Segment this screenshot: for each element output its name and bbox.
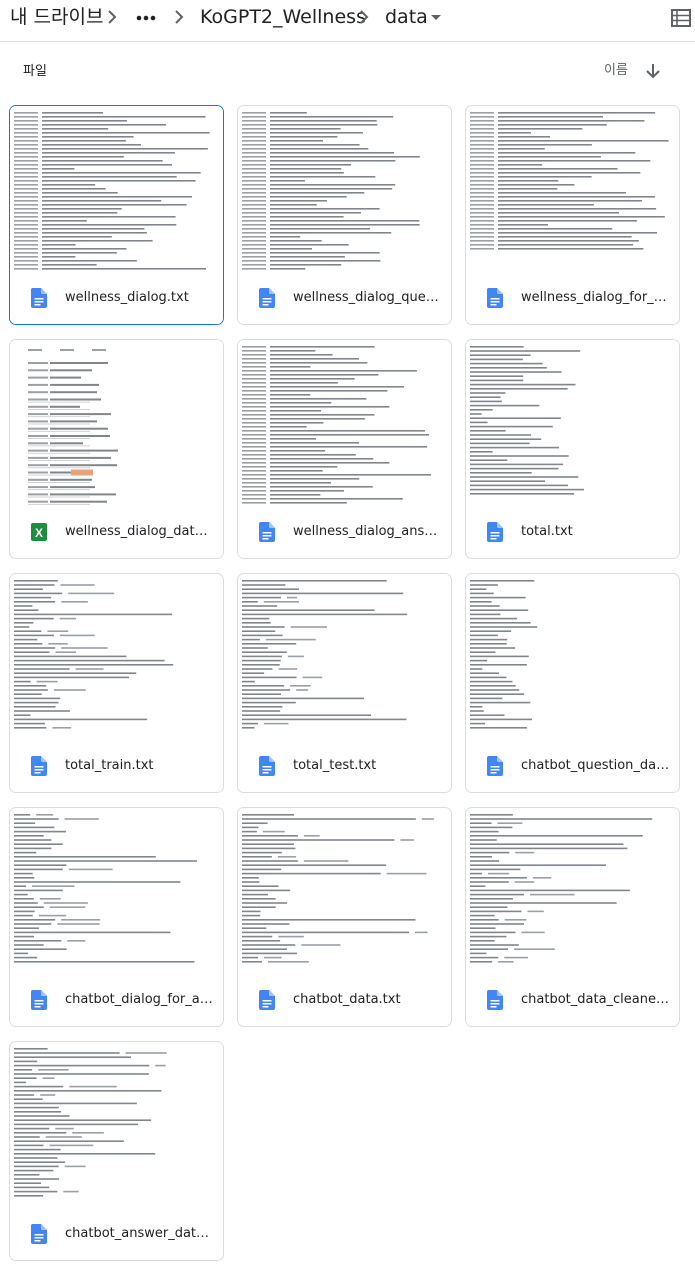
sort-direction-icon[interactable] xyxy=(643,60,663,82)
file-name: wellness_dialog.txt xyxy=(65,290,189,305)
file-thumbnail[interactable] xyxy=(10,808,223,974)
file-name: chatbot_question_data.txt xyxy=(521,758,671,773)
breadcrumb-current[interactable]: data xyxy=(385,4,428,30)
file-card-footer[interactable]: wellness_dialog_question.txt xyxy=(238,272,451,324)
file-thumbnail[interactable] xyxy=(466,106,679,272)
file-thumbnail[interactable] xyxy=(238,340,451,506)
file-thumbnail-preview xyxy=(10,1042,223,1208)
file-thumbnail-preview xyxy=(466,808,679,974)
file-card[interactable]: chatbot_question_data.txt xyxy=(465,573,680,793)
file-thumbnail-preview xyxy=(10,574,223,740)
file-thumbnail-preview xyxy=(238,574,451,740)
file-thumbnail-preview xyxy=(466,340,679,506)
file-card[interactable]: wellness_dialog_answer.txt xyxy=(237,339,452,559)
file-name: chatbot_data_cleaned.txt xyxy=(521,992,671,1007)
file-thumbnail-preview xyxy=(238,106,451,272)
file-card-footer[interactable]: chatbot_answer_data.txt xyxy=(10,1208,223,1260)
file-name: wellness_dialog_question.txt xyxy=(293,290,443,305)
file-card-footer[interactable]: total.txt xyxy=(466,506,679,558)
sort-by-name-button[interactable]: 이름 xyxy=(604,62,628,80)
file-thumbnail[interactable] xyxy=(10,574,223,740)
file-card[interactable]: wellness_dialog_for_autoregressive.txt xyxy=(465,105,680,325)
document-file-icon xyxy=(487,990,503,1010)
file-thumbnail[interactable] xyxy=(466,340,679,506)
document-file-icon xyxy=(31,756,47,776)
file-thumbnail-preview xyxy=(466,106,679,272)
file-card-footer[interactable]: wellness_dialog_answer.txt xyxy=(238,506,451,558)
document-file-icon xyxy=(259,522,275,542)
document-file-icon xyxy=(487,522,503,542)
breadcrumb-root[interactable]: 내 드라이브 xyxy=(10,4,103,30)
file-thumbnail[interactable] xyxy=(10,340,223,506)
list-view-icon[interactable] xyxy=(670,7,692,29)
file-card-footer[interactable]: total_test.txt xyxy=(238,740,451,792)
file-card-footer[interactable]: wellness_dialog_for_autoregressive.txt xyxy=(466,272,679,324)
document-file-icon xyxy=(487,288,503,308)
file-card[interactable]: wellness_dialog.txt xyxy=(9,105,224,325)
file-name: chatbot_data.txt xyxy=(293,992,401,1007)
file-card-footer[interactable]: total_train.txt xyxy=(10,740,223,792)
file-thumbnail[interactable] xyxy=(466,574,679,740)
file-name: total_test.txt xyxy=(293,758,377,773)
file-name: chatbot_answer_data.txt xyxy=(65,1226,215,1241)
file-name: total_train.txt xyxy=(65,758,154,773)
file-thumbnail[interactable] xyxy=(238,808,451,974)
file-name: total.txt xyxy=(521,524,573,539)
file-name: wellness_dialog_for_autoregressive.txt xyxy=(521,290,671,305)
spreadsheet-file-icon: X xyxy=(31,523,47,541)
file-card[interactable]: total.txt xyxy=(465,339,680,559)
chevron-right-icon xyxy=(175,10,184,24)
document-file-icon xyxy=(31,288,47,308)
file-card[interactable]: total_train.txt xyxy=(9,573,224,793)
svg-text:X: X xyxy=(35,526,43,540)
file-card[interactable]: chatbot_data.txt xyxy=(237,807,452,1027)
file-name: chatbot_dialog_for_autoregressive.txt xyxy=(65,992,215,1007)
document-file-icon xyxy=(487,756,503,776)
file-thumbnail-preview xyxy=(466,574,679,740)
file-card-footer[interactable]: wellness_dialog.txt xyxy=(10,272,223,324)
file-card[interactable]: Xwellness_dialog_dataset.xlsx xyxy=(9,339,224,559)
document-file-icon xyxy=(31,1224,47,1244)
file-card[interactable]: chatbot_dialog_for_autoregressive.txt xyxy=(9,807,224,1027)
chevron-right-icon xyxy=(108,10,117,24)
file-thumbnail-preview xyxy=(10,106,223,272)
file-card[interactable]: chatbot_answer_data.txt xyxy=(9,1041,224,1261)
more-horiz-icon[interactable] xyxy=(135,9,157,27)
file-name: wellness_dialog_answer.txt xyxy=(293,524,443,539)
file-thumbnail-preview xyxy=(238,808,451,974)
document-file-icon xyxy=(259,288,275,308)
file-card-footer[interactable]: chatbot_dialog_for_autoregressive.txt xyxy=(10,974,223,1026)
file-name: wellness_dialog_dataset.xlsx xyxy=(65,524,215,539)
file-thumbnail-preview xyxy=(10,808,223,974)
file-card-footer[interactable]: chatbot_question_data.txt xyxy=(466,740,679,792)
document-file-icon xyxy=(31,990,47,1010)
chevron-right-icon xyxy=(360,10,369,24)
file-thumbnail[interactable] xyxy=(466,808,679,974)
document-file-icon xyxy=(259,990,275,1010)
file-card[interactable]: total_test.txt xyxy=(237,573,452,793)
document-file-icon xyxy=(259,756,275,776)
file-card-footer[interactable]: Xwellness_dialog_dataset.xlsx xyxy=(10,506,223,558)
file-thumbnail[interactable] xyxy=(10,1042,223,1208)
breadcrumb: 내 드라이브 KoGPT2_Wellness data xyxy=(0,0,695,42)
file-thumbnail-preview xyxy=(10,340,223,506)
file-thumbnail-preview xyxy=(238,340,451,506)
file-thumbnail[interactable] xyxy=(238,106,451,272)
caret-down-icon[interactable] xyxy=(428,8,444,26)
file-card[interactable]: wellness_dialog_question.txt xyxy=(237,105,452,325)
file-thumbnail[interactable] xyxy=(10,106,223,272)
file-card-footer[interactable]: chatbot_data.txt xyxy=(238,974,451,1026)
file-thumbnail[interactable] xyxy=(238,574,451,740)
file-card[interactable]: chatbot_data_cleaned.txt xyxy=(465,807,680,1027)
breadcrumb-folder[interactable]: KoGPT2_Wellness xyxy=(200,4,366,30)
files-section-label: 파일 xyxy=(23,64,47,79)
file-card-footer[interactable]: chatbot_data_cleaned.txt xyxy=(466,974,679,1026)
